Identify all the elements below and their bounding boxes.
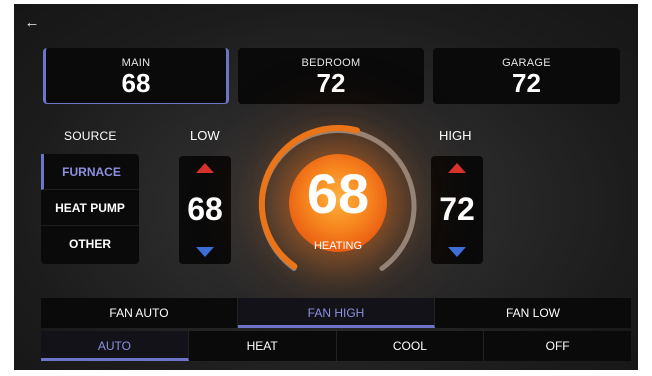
high-increase-button[interactable] — [431, 156, 483, 182]
zone-temperature: 72 — [512, 68, 541, 98]
low-setpoint-label: LOW — [190, 128, 220, 143]
zone-temperature: 72 — [316, 68, 346, 98]
source-title: SOURCE — [64, 129, 117, 143]
mode-heat-button[interactable]: HEAT — [189, 331, 337, 361]
high-setpoint-stepper: 72 — [431, 156, 483, 264]
zone-card-main[interactable]: MAIN 68 — [43, 48, 229, 104]
thermostat-screen: ← MAIN 68 BEDROOM 72 GARAGE 72 SOURCE FU… — [14, 4, 638, 370]
temperature-dial[interactable]: 68 HEATING — [248, 116, 428, 286]
source-item-furnace[interactable]: FURNACE — [41, 154, 139, 190]
triangle-up-icon — [448, 163, 466, 173]
low-increase-button[interactable] — [179, 156, 231, 182]
fan-auto-button[interactable]: FAN AUTO — [41, 298, 238, 328]
current-temperature: 68 — [306, 162, 370, 225]
fan-low-button[interactable]: FAN LOW — [435, 298, 631, 328]
mode-cool-button[interactable]: COOL — [337, 331, 485, 361]
source-item-heat-pump[interactable]: HEAT PUMP — [41, 190, 139, 226]
triangle-down-icon — [196, 247, 214, 257]
source-item-other[interactable]: OTHER — [41, 226, 139, 262]
zone-temperature: 68 — [121, 68, 151, 98]
system-mode-bar: AUTO HEAT COOL OFF — [41, 331, 631, 361]
mode-off-button[interactable]: OFF — [484, 331, 631, 361]
mode-auto-button[interactable]: AUTO — [41, 331, 189, 361]
low-setpoint-value: 68 — [187, 191, 223, 227]
back-arrow-icon[interactable]: ← — [20, 12, 44, 34]
source-list: FURNACE HEAT PUMP OTHER — [41, 154, 139, 264]
low-decrease-button[interactable] — [179, 238, 231, 264]
high-setpoint-value: 72 — [439, 191, 475, 227]
high-decrease-button[interactable] — [431, 238, 483, 264]
low-setpoint-stepper: 68 — [179, 156, 231, 264]
triangle-up-icon — [196, 163, 214, 173]
fan-mode-bar: FAN AUTO FAN HIGH FAN LOW — [41, 298, 631, 328]
heating-status: HEATING — [313, 240, 363, 252]
fan-high-button[interactable]: FAN HIGH — [238, 298, 435, 328]
zone-card-garage[interactable]: GARAGE 72 — [433, 48, 620, 104]
zone-card-bedroom[interactable]: BEDROOM 72 — [238, 48, 424, 104]
high-setpoint-label: HIGH — [439, 128, 472, 143]
triangle-down-icon — [448, 247, 466, 257]
